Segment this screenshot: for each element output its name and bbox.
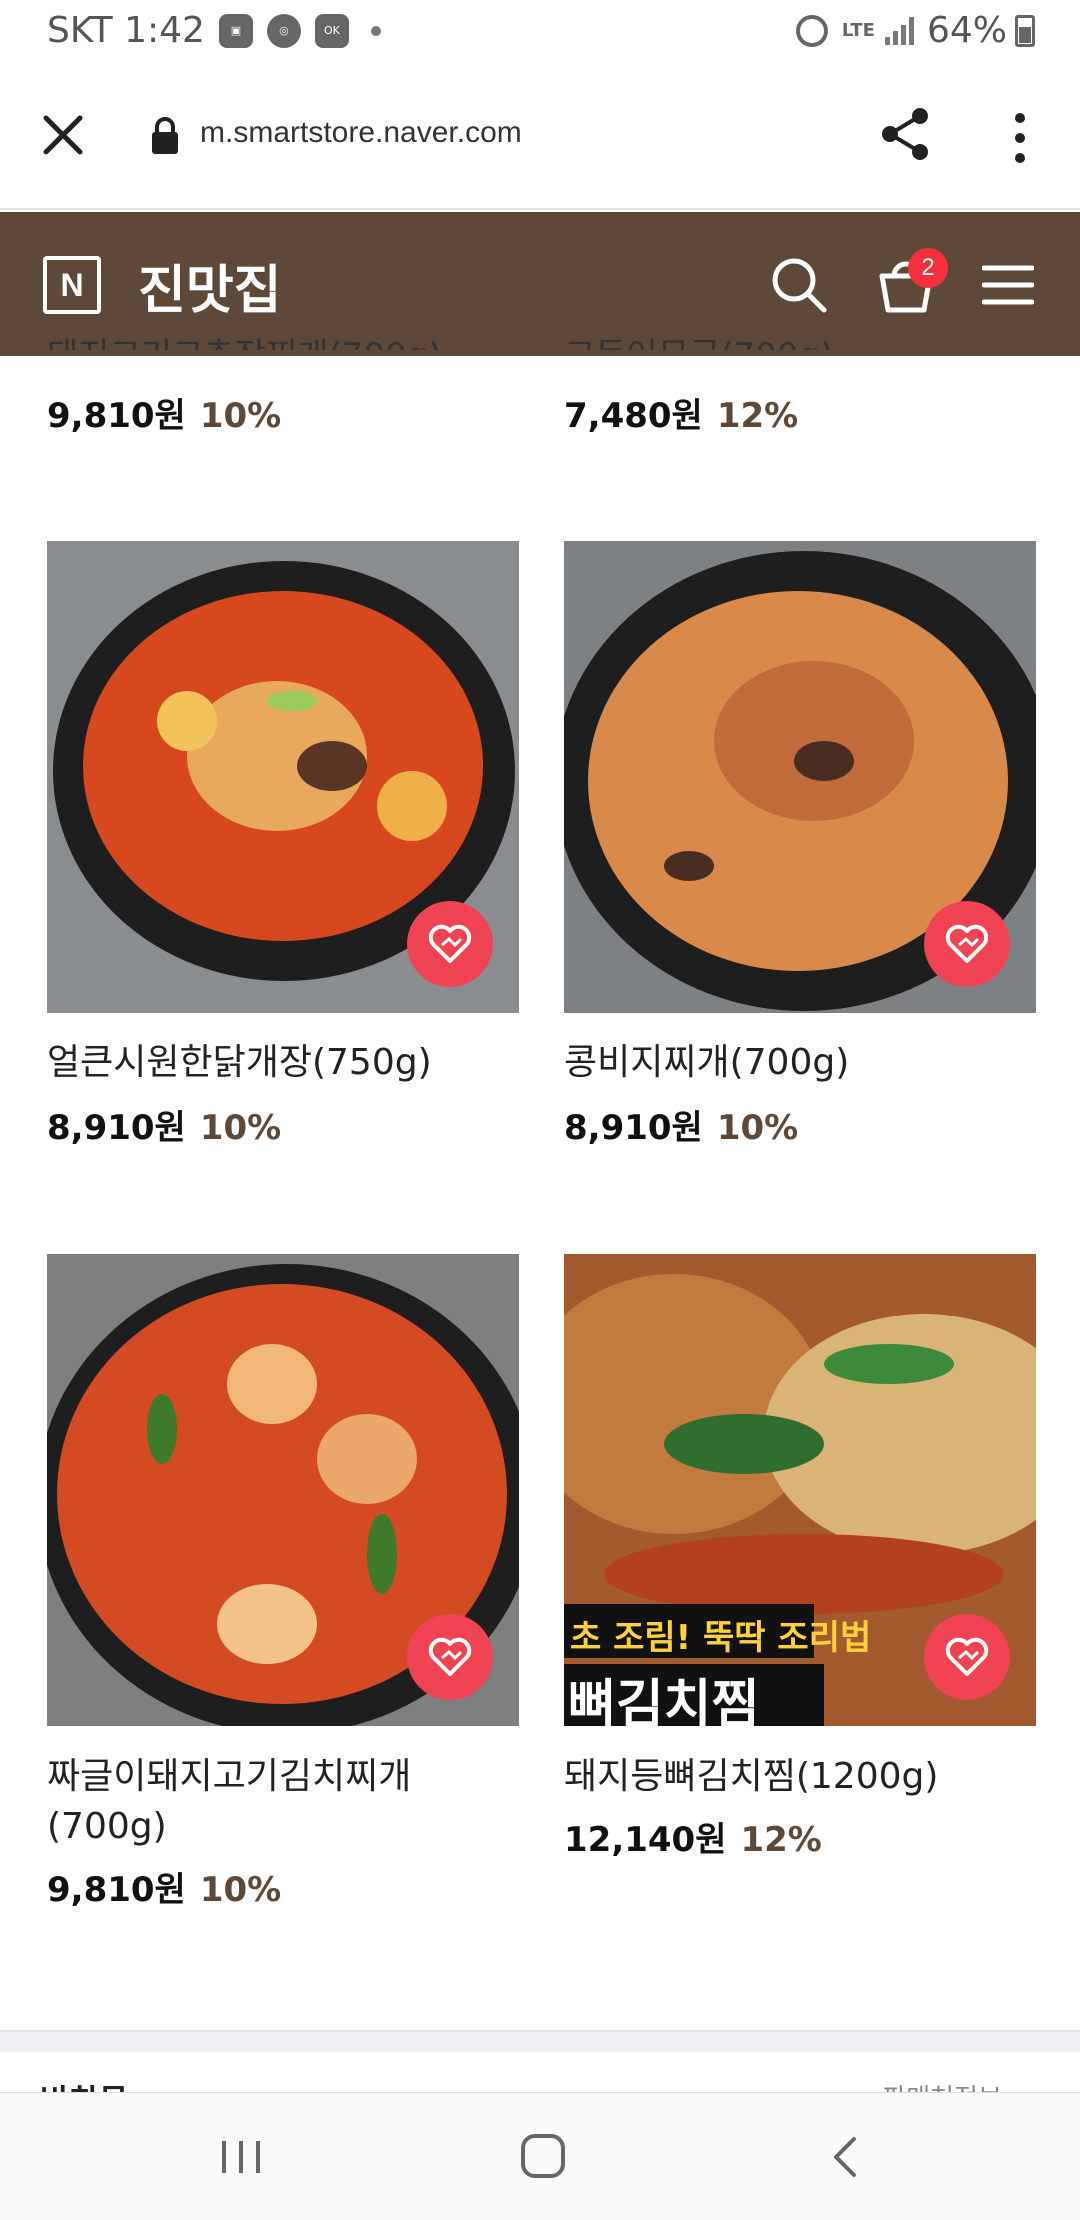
product-discount: 10% bbox=[716, 1108, 799, 1148]
product-image[interactable]: 초 조림! 뚝딱 조리법 뼈김치찜 bbox=[564, 1254, 1036, 1726]
product-discount: 10% bbox=[199, 396, 282, 436]
heart-icon bbox=[945, 1637, 989, 1676]
naver-logo[interactable]: N bbox=[43, 256, 101, 314]
wish-button[interactable] bbox=[407, 1614, 493, 1700]
product-price: 12,140원 bbox=[564, 1820, 727, 1860]
wish-button[interactable] bbox=[407, 901, 493, 987]
url-text[interactable]: m.smartstore.naver.com bbox=[200, 116, 522, 150]
lock-icon bbox=[152, 117, 178, 154]
carrier-time: SKT 1:42 bbox=[47, 10, 205, 51]
heart-icon bbox=[428, 924, 472, 963]
battery-percent: 64% bbox=[926, 10, 1007, 51]
menu-icon[interactable] bbox=[982, 264, 1034, 306]
product-price-line: 9,810원 10% bbox=[47, 1862, 281, 1911]
product-price: 8,910원 bbox=[564, 1108, 703, 1148]
status-right: LTE 64% bbox=[795, 10, 1035, 51]
section-divider bbox=[0, 2030, 1080, 2052]
lte-label: LTE bbox=[841, 19, 875, 41]
product-name[interactable]: 돼지고기고추장찌개(700g) bbox=[47, 328, 442, 350]
product-name[interactable]: 돼지등뼈김치찜(1200g) bbox=[564, 1752, 1044, 1802]
back-icon[interactable] bbox=[830, 2135, 860, 2179]
signal-icon bbox=[884, 16, 917, 45]
product-price: 7,480원 bbox=[564, 396, 703, 436]
product-price-line: 8,910원 10% bbox=[564, 1100, 798, 1149]
heart-icon bbox=[945, 924, 989, 963]
lock-icon: ◎ bbox=[266, 13, 301, 48]
footer-title[interactable]: 반찬몰 bbox=[40, 2076, 128, 2092]
product-price: 8,910원 bbox=[47, 1108, 186, 1148]
close-icon[interactable] bbox=[40, 112, 86, 158]
status-bar: SKT 1:42 ▣ ◎ OK LTE 64% bbox=[0, 0, 1080, 66]
alarm-icon bbox=[795, 14, 828, 47]
product-image[interactable] bbox=[564, 541, 1036, 1013]
recent-apps-icon[interactable] bbox=[220, 2137, 262, 2177]
product-name[interactable]: 짜글이돼지고기김치찌개(700g) bbox=[47, 1752, 527, 1852]
product-name[interactable]: 얼큰시원한닭개장(750g) bbox=[47, 1038, 527, 1088]
heart-icon bbox=[428, 1637, 472, 1676]
battery-icon bbox=[1015, 14, 1035, 47]
product-price-line: 12,140원 12% bbox=[564, 1812, 822, 1861]
product-image[interactable] bbox=[47, 541, 519, 1013]
product-name[interactable]: 고등어무국(700g) bbox=[564, 328, 833, 350]
footer-link[interactable]: 판매처정보 > bbox=[882, 2078, 1032, 2092]
browser-url-bar: m.smartstore.naver.com bbox=[0, 66, 1080, 210]
system-nav-bar bbox=[0, 2092, 1080, 2220]
ok-icon: OK bbox=[314, 13, 349, 48]
product-price-line: 9,810원 10% bbox=[47, 388, 281, 437]
cart-count-badge: 2 bbox=[908, 248, 948, 288]
product-price: 9,810원 bbox=[47, 396, 186, 436]
product-discount: 12% bbox=[716, 396, 799, 436]
product-image[interactable] bbox=[47, 1254, 519, 1726]
store-name[interactable]: 진맛집 bbox=[138, 248, 282, 323]
home-icon[interactable] bbox=[520, 2133, 566, 2179]
product-name[interactable]: 콩비지찌개(700g) bbox=[564, 1038, 1044, 1088]
product-price-line: 8,910원 10% bbox=[47, 1100, 281, 1149]
product-discount: 10% bbox=[199, 1870, 282, 1910]
product-price-line: 7,480원 12% bbox=[564, 388, 798, 437]
product-price: 9,810원 bbox=[47, 1870, 186, 1910]
image-title: 뼈김치찜 bbox=[568, 1675, 760, 1726]
more-vertical-icon[interactable] bbox=[1000, 110, 1040, 166]
product-discount: 10% bbox=[199, 1108, 282, 1148]
image-caption: 초 조림! 뚝딱 조리법 bbox=[570, 1618, 872, 1658]
image-icon: ▣ bbox=[218, 13, 253, 48]
share-icon[interactable] bbox=[878, 106, 934, 162]
status-left: SKT 1:42 ▣ ◎ OK bbox=[47, 10, 381, 51]
wish-button[interactable] bbox=[924, 901, 1010, 987]
search-icon[interactable] bbox=[770, 256, 828, 314]
notification-dot-icon bbox=[370, 25, 381, 36]
wish-button[interactable] bbox=[924, 1614, 1010, 1700]
product-discount: 12% bbox=[740, 1820, 822, 1860]
footer-section: 반찬몰 판매처정보 > bbox=[0, 2052, 1080, 2092]
